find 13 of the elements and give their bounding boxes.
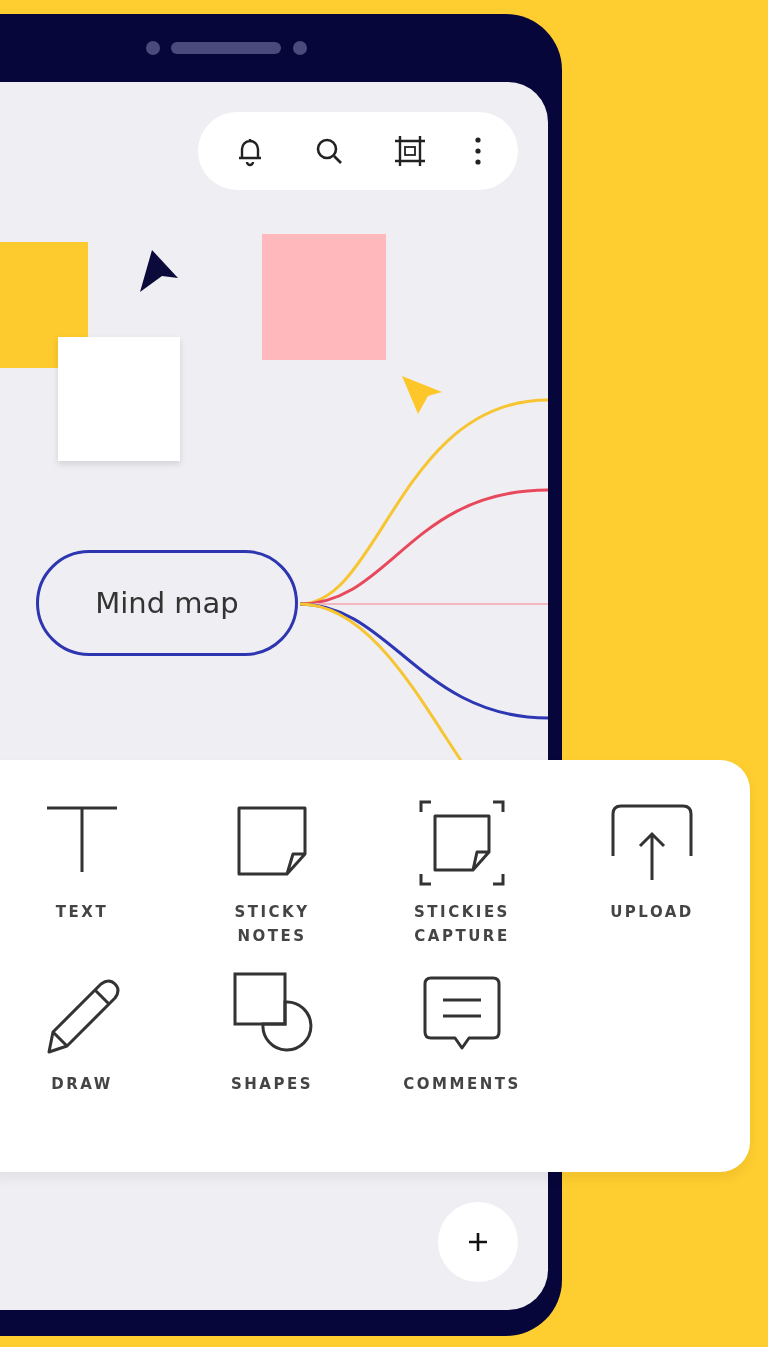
more-icon: [473, 134, 484, 168]
tool-button[interactable]: DRAW: [0, 970, 177, 1096]
tool-button[interactable]: UPLOAD: [557, 798, 747, 948]
cursor-icon: [402, 376, 442, 414]
plus-icon: [467, 1231, 489, 1253]
mind-map-node[interactable]: Mind map: [36, 550, 298, 656]
tool-button[interactable]: STICKY NOTES: [177, 798, 367, 948]
tool-button[interactable]: STICKIES CAPTURE: [367, 798, 557, 948]
tool-button[interactable]: TEXT: [0, 798, 177, 948]
sticky-scan-icon: [417, 798, 507, 888]
tool-button[interactable]: SHAPES: [177, 970, 367, 1096]
cursor-icon: [140, 250, 178, 292]
tool-button[interactable]: COMMENTS: [367, 970, 557, 1096]
